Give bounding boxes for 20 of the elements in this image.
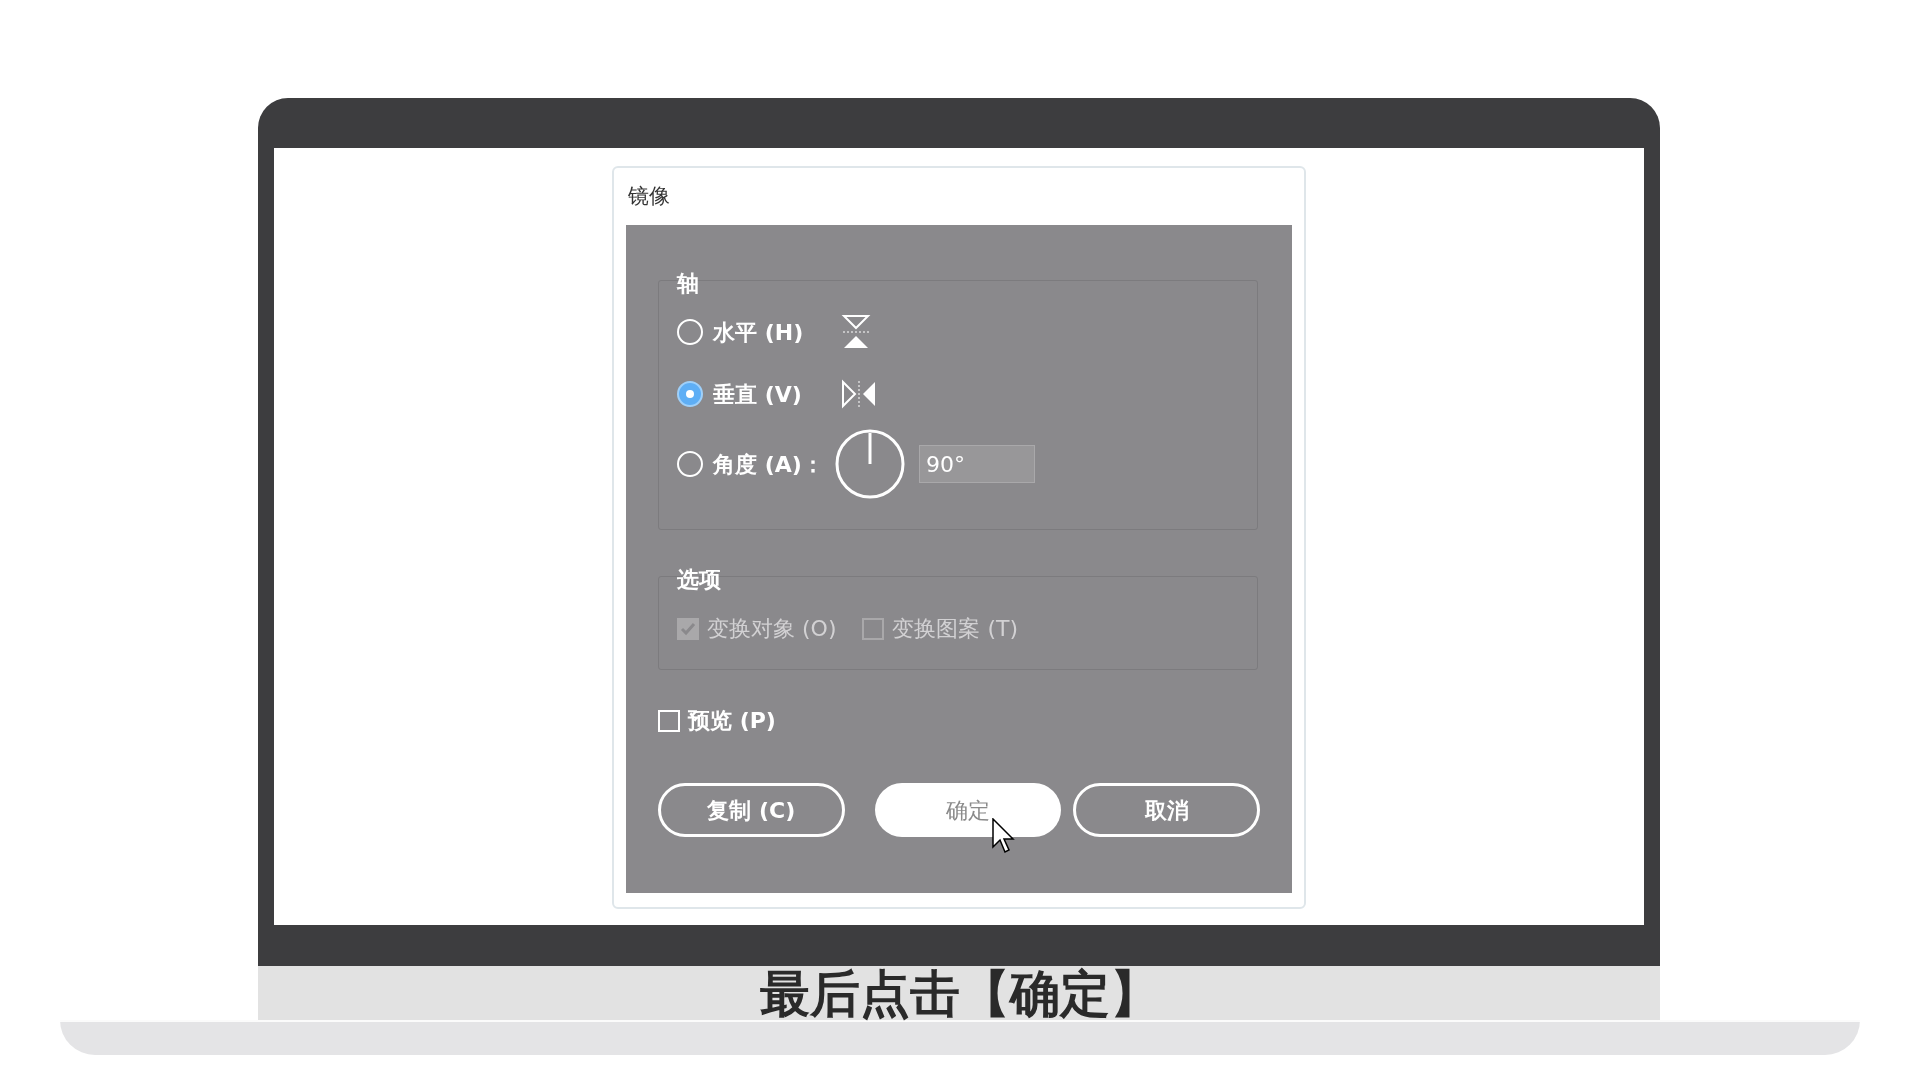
- flip-horizontal-icon: [841, 314, 871, 350]
- radio-button[interactable]: [677, 381, 703, 407]
- dialog-button[interactable]: 复制 (C): [658, 783, 845, 837]
- radio-label: 垂直 (V): [713, 380, 803, 409]
- flip-vertical-icon: [841, 379, 877, 409]
- dialog-button[interactable]: 取消: [1073, 783, 1260, 837]
- group-label: 轴: [677, 271, 699, 296]
- dialog-title: 镜像: [628, 182, 670, 210]
- checkbox-label: 预览 (P): [688, 707, 776, 735]
- checkbox-label: 变换图案 (T): [892, 615, 1019, 643]
- radio-label: 角度 (A)：: [713, 450, 825, 479]
- checkmark-icon: [680, 620, 696, 637]
- subtitle: 最后点击【确定】: [760, 969, 1160, 1019]
- angle-input-field[interactable]: 90°: [919, 445, 1035, 483]
- radio-label: 水平 (H): [713, 318, 805, 347]
- angle-dial-icon[interactable]: [835, 429, 905, 499]
- checkbox-label: 变换对象 (O): [707, 615, 837, 643]
- group-label: 选项: [677, 567, 721, 592]
- dialog-button[interactable]: 确定: [874, 783, 1062, 837]
- cursor-icon: [992, 818, 1016, 854]
